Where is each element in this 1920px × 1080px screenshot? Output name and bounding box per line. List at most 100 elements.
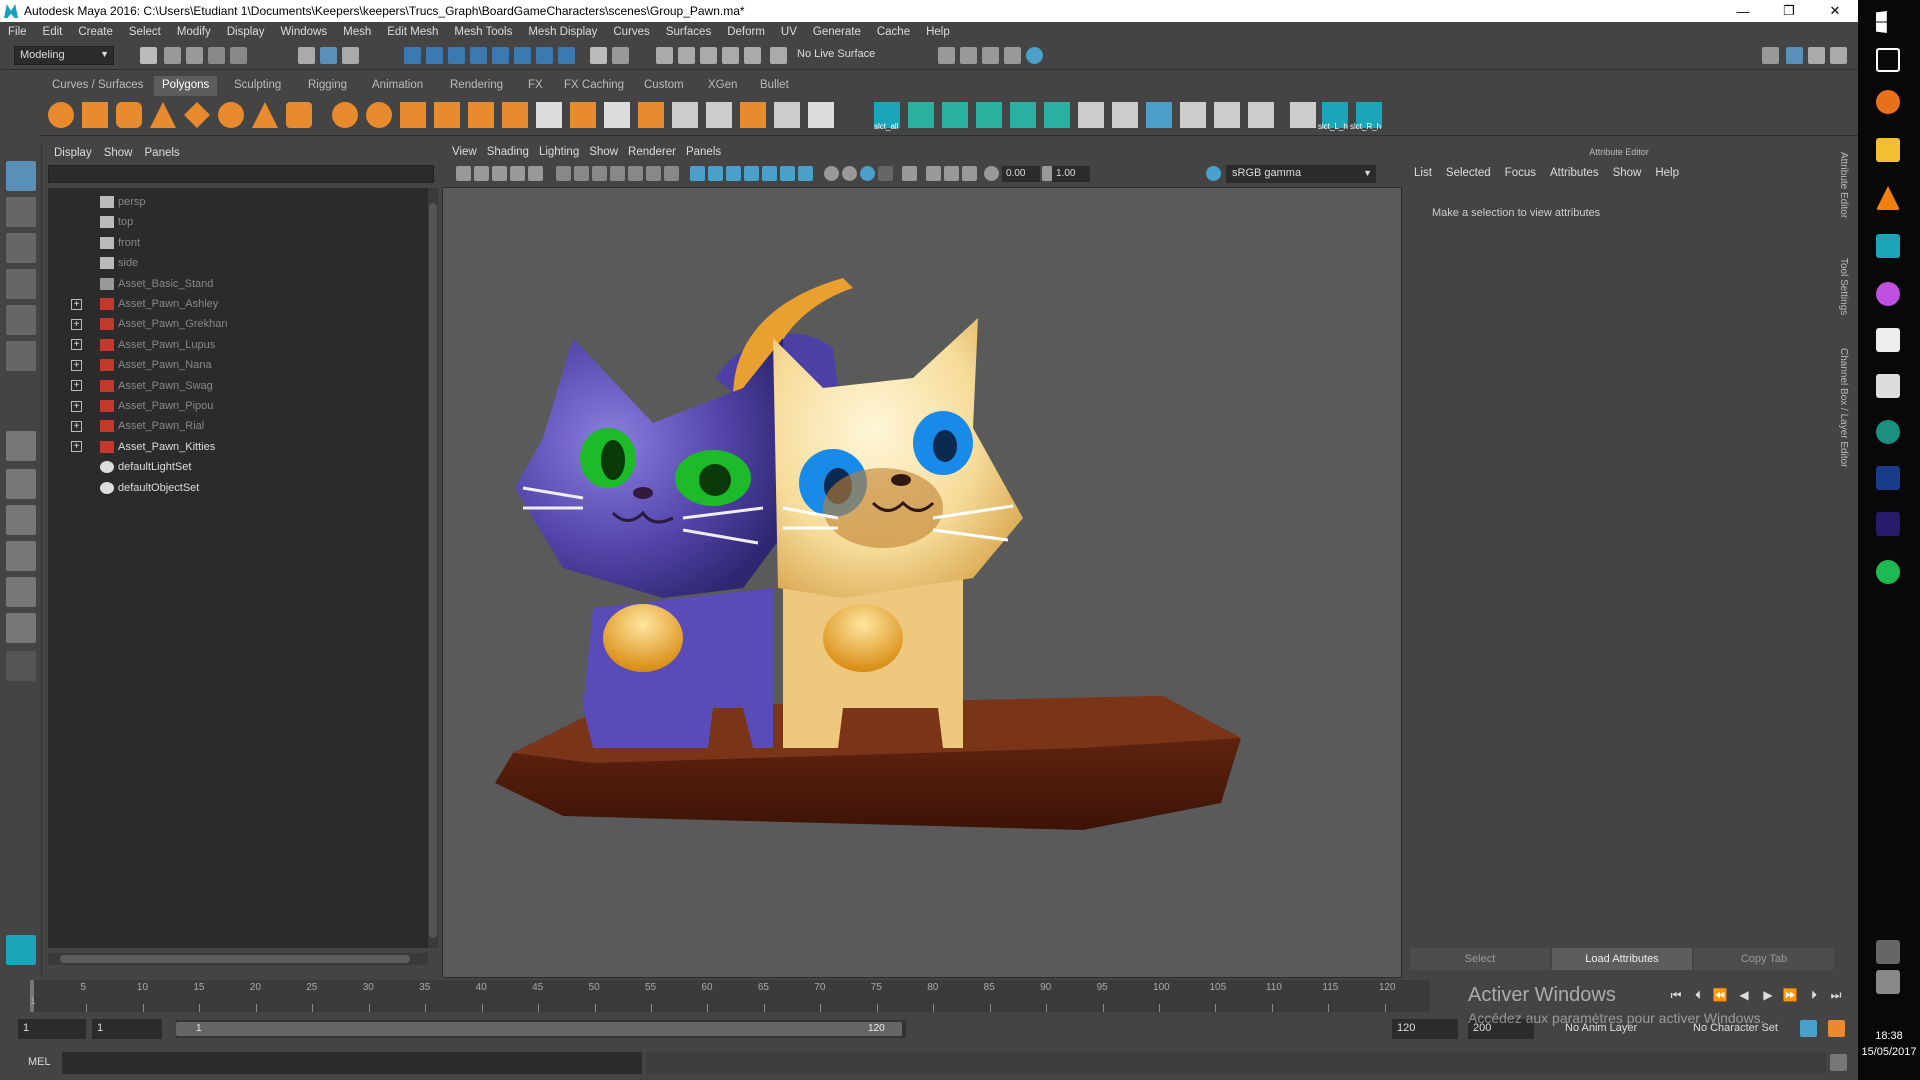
- substance-icon[interactable]: [1876, 420, 1900, 444]
- viewport-menu-shading[interactable]: Shading: [487, 146, 529, 158]
- automatic-uv-icon[interactable]: [1010, 102, 1036, 128]
- menu-modify[interactable]: Modify: [169, 26, 219, 38]
- cut-uv-icon[interactable]: [1112, 102, 1138, 128]
- xray-joints-icon[interactable]: [962, 166, 977, 181]
- node-editor-layout-icon[interactable]: [6, 613, 36, 643]
- viewport-menu-panels[interactable]: Panels: [686, 146, 721, 158]
- expand-icon[interactable]: +: [71, 400, 82, 412]
- select-curve-icon[interactable]: [448, 47, 465, 64]
- outliner-item[interactable]: + Asset_Pawn_Swag: [48, 376, 428, 396]
- magnet-icon[interactable]: [770, 47, 787, 64]
- menu-help[interactable]: Help: [918, 26, 958, 38]
- scale-tool-icon[interactable]: [6, 341, 36, 371]
- gamma-field[interactable]: 1.00: [1052, 166, 1090, 182]
- highlight-selection-icon[interactable]: [612, 47, 629, 64]
- shelf-tab-rigging[interactable]: Rigging: [300, 76, 355, 96]
- select-surface-icon[interactable]: [470, 47, 487, 64]
- side-tab-tool-settings[interactable]: Tool Settings: [1838, 258, 1849, 315]
- outliner-item[interactable]: + Asset_Pawn_Lupus: [48, 335, 428, 355]
- color-management-icon[interactable]: [1206, 166, 1221, 181]
- menu-curves[interactable]: Curves: [605, 26, 657, 38]
- outliner-item[interactable]: side: [48, 253, 428, 273]
- notifications-chevron-icon[interactable]: [1876, 940, 1900, 964]
- vlc-icon[interactable]: [1876, 186, 1900, 210]
- select-deformation-icon[interactable]: [492, 47, 509, 64]
- minimize-icon[interactable]: —: [1720, 0, 1766, 22]
- smooth-shade-icon[interactable]: [708, 166, 723, 181]
- safe-action-icon[interactable]: [646, 166, 661, 181]
- time-ruler[interactable]: 1 5 10 15 20 25 30 35 40 45 50 55 60 65 70 75 80 85 90 95 1…: [30, 980, 1430, 1012]
- undo-icon[interactable]: [208, 47, 225, 64]
- menu-select[interactable]: Select: [121, 26, 169, 38]
- grid-icon[interactable]: [556, 166, 571, 181]
- shelf-tab-bullet[interactable]: Bullet: [752, 76, 797, 96]
- render-view-icon[interactable]: [938, 47, 955, 64]
- paint-select-tool-icon[interactable]: [6, 233, 36, 263]
- outliner-menu-display[interactable]: Display: [54, 147, 92, 159]
- play-forward-icon[interactable]: ▶: [1760, 988, 1776, 1002]
- exposure-icon[interactable]: [984, 166, 999, 181]
- extract-icon[interactable]: [400, 102, 426, 128]
- menu-edit[interactable]: Edit: [35, 26, 71, 38]
- viewport-menu-show[interactable]: Show: [589, 146, 618, 158]
- xray-icon[interactable]: [926, 166, 941, 181]
- outliner-item[interactable]: persp: [48, 192, 428, 212]
- tool-settings-toggle-icon[interactable]: [1808, 47, 1825, 64]
- viewport-menu-lighting[interactable]: Lighting: [539, 146, 579, 158]
- menu-edit-mesh[interactable]: Edit Mesh: [379, 26, 446, 38]
- viewport-menu-renderer[interactable]: Renderer: [628, 146, 676, 158]
- new-scene-icon[interactable]: [140, 47, 157, 64]
- select-by-component-icon[interactable]: [342, 47, 359, 64]
- playback-end-field[interactable]: 120: [1392, 1019, 1458, 1039]
- insert-edge-loop-icon[interactable]: [672, 102, 698, 128]
- expand-icon[interactable]: +: [71, 441, 82, 453]
- spotify-icon[interactable]: [1876, 560, 1900, 584]
- move-tool-icon[interactable]: [6, 269, 36, 299]
- cylindrical-uv-icon[interactable]: [942, 102, 968, 128]
- outliner-vertical-scrollbar[interactable]: [428, 188, 438, 948]
- poly-sphere-icon[interactable]: [48, 102, 74, 128]
- fill-hole-icon[interactable]: [774, 102, 800, 128]
- offset-edge-loop-icon[interactable]: [706, 102, 732, 128]
- load-attributes-button[interactable]: Load Attributes: [1552, 948, 1692, 970]
- wireframe-icon[interactable]: [690, 166, 705, 181]
- shelf-tab-custom[interactable]: Custom: [636, 76, 692, 96]
- step-back-frame-icon[interactable]: ⏪: [1712, 988, 1728, 1002]
- film-gate-icon[interactable]: [574, 166, 589, 181]
- hypershade-icon[interactable]: [1026, 47, 1043, 64]
- step-back-key-icon[interactable]: ⏴: [1690, 988, 1706, 1002]
- spherical-uv-icon[interactable]: [976, 102, 1002, 128]
- outliner-item[interactable]: + Asset_Pawn_Grekhan: [48, 314, 428, 334]
- combine-icon[interactable]: [332, 102, 358, 128]
- outliner-menu-show[interactable]: Show: [104, 147, 133, 159]
- snap-point-icon[interactable]: [700, 47, 717, 64]
- step-forward-frame-icon[interactable]: ⏩: [1782, 988, 1798, 1002]
- select-tool-icon[interactable]: [6, 161, 36, 191]
- outliner-item[interactable]: + Asset_Pawn_Kitties: [48, 437, 428, 457]
- expand-icon[interactable]: +: [71, 359, 82, 371]
- merge-icon[interactable]: [808, 102, 834, 128]
- xray-active-icon[interactable]: [944, 166, 959, 181]
- menu-generate[interactable]: Generate: [805, 26, 869, 38]
- outliner-layout-icon[interactable]: [6, 577, 36, 607]
- attr-menu-focus[interactable]: Focus: [1505, 167, 1536, 179]
- menu-surfaces[interactable]: Surfaces: [658, 26, 719, 38]
- modeling-toolkit-icon[interactable]: [1762, 47, 1779, 64]
- shelf-tab-xgen[interactable]: XGen: [700, 76, 745, 96]
- side-tab-attribute-editor[interactable]: Attribute Editor: [1838, 152, 1849, 218]
- unfold-uv-icon[interactable]: [1044, 102, 1070, 128]
- photoshop-icon[interactable]: [1876, 466, 1900, 490]
- outliner-item[interactable]: + Asset_Pawn_Ashley: [48, 294, 428, 314]
- field-chart-icon[interactable]: [628, 166, 643, 181]
- persp-outliner-layout-icon[interactable]: [6, 505, 36, 535]
- sew-uv-icon[interactable]: [1146, 102, 1172, 128]
- expand-icon[interactable]: +: [71, 318, 82, 330]
- script-editor-icon[interactable]: [1830, 1054, 1847, 1071]
- gate-mask-icon[interactable]: [610, 166, 625, 181]
- paint-icon[interactable]: [1876, 282, 1900, 306]
- menu-file[interactable]: File: [0, 26, 35, 38]
- select-dynamic-icon[interactable]: [514, 47, 531, 64]
- mirror-icon[interactable]: [502, 102, 528, 128]
- paint-weights-icon[interactable]: [1180, 102, 1206, 128]
- start-time-field[interactable]: 1: [18, 1019, 86, 1039]
